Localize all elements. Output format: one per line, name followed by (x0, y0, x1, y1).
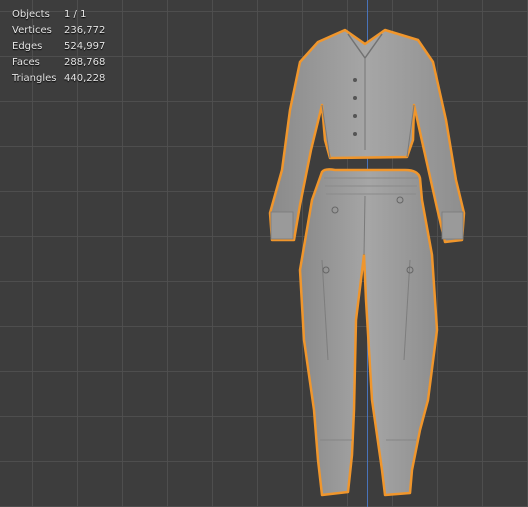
stats-row-edges: Edges 524,997 (12, 39, 105, 55)
stats-label: Objects (12, 9, 50, 20)
stats-row-faces: Faces 288,768 (12, 55, 105, 71)
pants-mesh[interactable] (298, 168, 439, 497)
stats-row-triangles: Triangles 440,228 (12, 71, 105, 87)
stats-label: Vertices (12, 25, 52, 36)
viewport-statistics-overlay: Objects 1 / 1 Vertices 236,772 Edges 524… (12, 7, 105, 87)
stats-label: Triangles (12, 73, 57, 84)
stats-value: 524,997 (64, 41, 106, 52)
3d-viewport[interactable]: Objects 1 / 1 Vertices 236,772 Edges 524… (0, 0, 528, 507)
stats-row-vertices: Vertices 236,772 (12, 23, 105, 39)
stats-label: Edges (12, 41, 43, 52)
stats-value: 1 / 1 (64, 9, 87, 20)
stats-value: 440,228 (64, 73, 106, 84)
stats-row-objects: Objects 1 / 1 (12, 7, 105, 23)
stats-label: Faces (12, 57, 40, 68)
stats-value: 236,772 (64, 25, 106, 36)
stats-value: 288,768 (64, 57, 106, 68)
